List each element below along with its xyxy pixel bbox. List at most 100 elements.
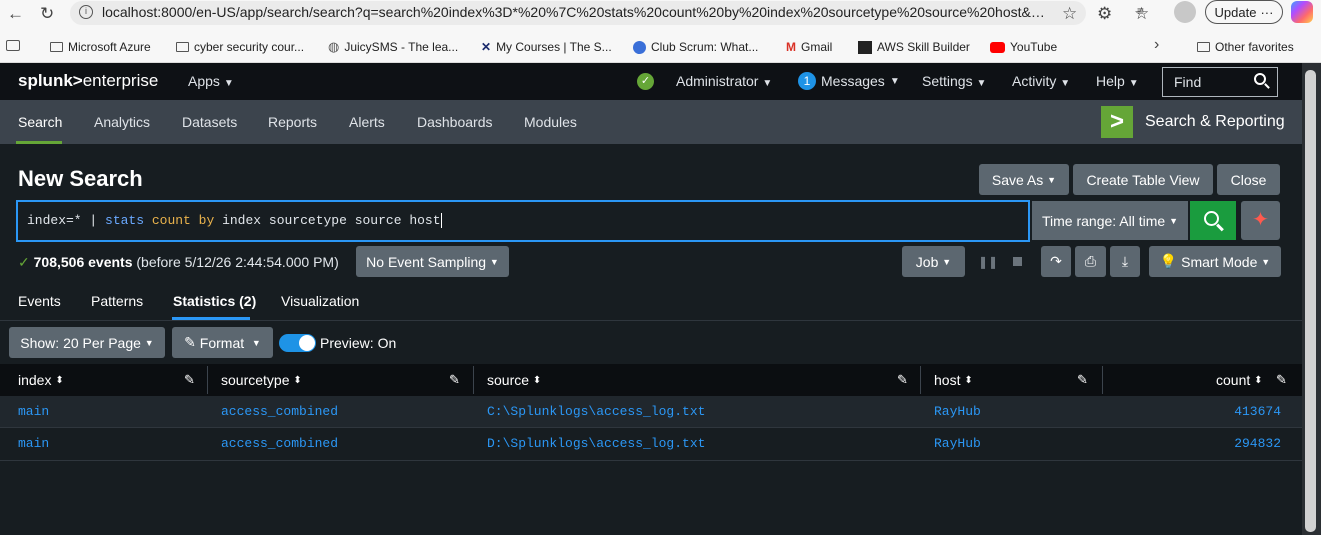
bookmark-club-scrum[interactable]: Club Scrum: What...: [633, 38, 758, 56]
tab-dashboards[interactable]: Dashboards: [417, 114, 493, 130]
tab-search[interactable]: Search: [18, 114, 62, 130]
show-per-page-dropdown[interactable]: Show: 20 Per Page ▼: [9, 327, 165, 358]
header-label: index: [18, 372, 52, 388]
bookmark-microsoft-azure[interactable]: Microsoft Azure: [50, 38, 151, 56]
job-menu-button[interactable]: Job ▼: [902, 246, 965, 277]
settings-menu[interactable]: Settings ▼: [922, 73, 986, 89]
scrollbar-thumb[interactable]: [1305, 70, 1316, 532]
cell-source[interactable]: D:\Splunklogs\access_log.txt: [487, 436, 705, 451]
profile-avatar[interactable]: [1174, 1, 1196, 23]
sort-icon[interactable]: ⬍: [1254, 375, 1262, 386]
smart-mode-dropdown[interactable]: 💡 Smart Mode ▼: [1149, 246, 1281, 277]
close-button[interactable]: Close: [1217, 164, 1280, 195]
tab-analytics[interactable]: Analytics: [94, 114, 150, 130]
apps-menu[interactable]: Apps ▼: [188, 73, 234, 89]
cell-host[interactable]: RayHub: [934, 436, 981, 451]
app-title: Search & Reporting: [1145, 113, 1285, 130]
tab-patterns[interactable]: Patterns: [91, 293, 143, 309]
health-ok-icon[interactable]: ✓: [637, 73, 654, 90]
search-submit-button[interactable]: [1190, 201, 1236, 240]
column-header-source[interactable]: source ⬍: [487, 364, 541, 396]
info-icon[interactable]: i: [79, 5, 93, 19]
reload-icon[interactable]: ↻: [40, 3, 54, 25]
activity-menu[interactable]: Activity ▼: [1012, 73, 1070, 89]
edit-column-icon[interactable]: ✎: [1276, 372, 1287, 388]
search-query-input[interactable]: index=* | stats count by index sourcetyp…: [16, 200, 1030, 242]
bookmark-aws-skill-builder[interactable]: AWS Skill Builder: [858, 38, 970, 56]
edit-column-icon[interactable]: ✎: [897, 372, 908, 388]
sort-icon[interactable]: ⬍: [533, 375, 541, 386]
back-arrow-icon[interactable]: ←: [7, 3, 24, 25]
youtube-icon: [990, 41, 1005, 53]
format-dropdown[interactable]: ✎ Format ▼: [172, 327, 273, 358]
save-as-button[interactable]: Save As ▼: [979, 164, 1069, 195]
update-button[interactable]: Update ···: [1205, 0, 1283, 24]
edit-column-icon[interactable]: ✎: [449, 372, 460, 388]
cell-host[interactable]: RayHub: [934, 404, 981, 419]
stop-icon[interactable]: [1013, 257, 1022, 266]
sort-icon[interactable]: ⬍: [293, 375, 301, 386]
caret-down-icon: ▼: [144, 337, 154, 348]
tabs-divider: [0, 320, 1302, 321]
copilot-icon[interactable]: [1291, 1, 1313, 23]
ai-assistant-sparkle-icon[interactable]: ✦: [1241, 201, 1280, 240]
splunk-logo[interactable]: splunk>enterprise: [18, 71, 158, 91]
tab-datasets[interactable]: Datasets: [182, 114, 237, 130]
header-label: source: [487, 372, 530, 388]
cell-count[interactable]: 294832: [1180, 436, 1281, 451]
export-icon[interactable]: ⤓: [1110, 246, 1140, 277]
bookmark-youtube[interactable]: YouTube: [990, 38, 1057, 56]
favorite-star-icon[interactable]: ☆: [1062, 3, 1077, 25]
pause-icon[interactable]: ❚❚: [978, 255, 998, 269]
tab-actions-icon[interactable]: [6, 40, 20, 51]
search-icon-handle: [1264, 83, 1270, 89]
column-divider: [207, 366, 208, 394]
tab-statistics[interactable]: Statistics (2): [173, 293, 256, 309]
tab-events[interactable]: Events: [18, 293, 61, 309]
bookmark-juicysms[interactable]: ◍ JuicySMS - The lea...: [328, 38, 458, 56]
extensions-icon[interactable]: ⚙: [1097, 3, 1112, 25]
tab-modules[interactable]: Modules: [524, 114, 577, 130]
chevron-right-icon[interactable]: ›: [1154, 36, 1159, 54]
sort-icon[interactable]: ⬍: [55, 375, 63, 386]
bookmark-cyber-security[interactable]: cyber security cour...: [176, 38, 304, 56]
print-icon[interactable]: ⎙: [1075, 246, 1106, 277]
column-divider: [920, 366, 921, 394]
time-range-picker[interactable]: Time range: All time ▼: [1032, 201, 1188, 240]
search-query-text: index=* | stats count by index sourcetyp…: [27, 213, 442, 229]
check-icon: ✓: [18, 254, 30, 270]
messages-menu[interactable]: 1 Messages ▼: [798, 72, 900, 90]
preview-toggle[interactable]: [279, 334, 316, 352]
smart-mode-label: Smart Mode: [1181, 253, 1258, 270]
tab-alerts[interactable]: Alerts: [349, 114, 385, 130]
cell-index[interactable]: main: [18, 436, 49, 451]
table-header: [0, 364, 1302, 396]
bookmark-gmail[interactable]: M Gmail: [786, 38, 832, 56]
edit-column-icon[interactable]: ✎: [1077, 372, 1088, 388]
edit-column-icon[interactable]: ✎: [184, 372, 195, 388]
help-menu[interactable]: Help ▼: [1096, 73, 1139, 89]
other-favorites[interactable]: Other favorites: [1197, 38, 1294, 56]
caret-down-icon: ▼: [1169, 215, 1178, 226]
column-header-count[interactable]: count ⬍: [1216, 364, 1263, 396]
cell-sourcetype[interactable]: access_combined: [221, 404, 338, 419]
create-table-view-button[interactable]: Create Table View: [1073, 164, 1213, 195]
column-header-sourcetype[interactable]: sourcetype ⬍: [221, 364, 302, 396]
tab-visualization[interactable]: Visualization: [281, 293, 359, 309]
column-divider: [1102, 366, 1103, 394]
find-input[interactable]: Find: [1162, 67, 1278, 97]
url-text[interactable]: localhost:8000/en-US/app/search/search?q…: [102, 4, 1052, 20]
cell-sourcetype[interactable]: access_combined: [221, 436, 338, 451]
column-header-index[interactable]: index ⬍: [18, 364, 64, 396]
tab-reports[interactable]: Reports: [268, 114, 317, 130]
cell-source[interactable]: C:\Splunklogs\access_log.txt: [487, 404, 705, 419]
cell-index[interactable]: main: [18, 404, 49, 419]
event-sampling-dropdown[interactable]: No Event Sampling ▼: [356, 246, 509, 277]
column-header-host[interactable]: host ⬍: [934, 364, 973, 396]
share-icon[interactable]: ↷: [1041, 246, 1071, 277]
caret-down-icon: ▼: [1128, 78, 1139, 89]
cell-count[interactable]: 413674: [1180, 404, 1281, 419]
sort-icon[interactable]: ⬍: [964, 375, 972, 386]
bookmark-my-courses[interactable]: ✕ My Courses | The S...: [481, 38, 612, 56]
administrator-menu[interactable]: Administrator ▼: [676, 73, 772, 89]
